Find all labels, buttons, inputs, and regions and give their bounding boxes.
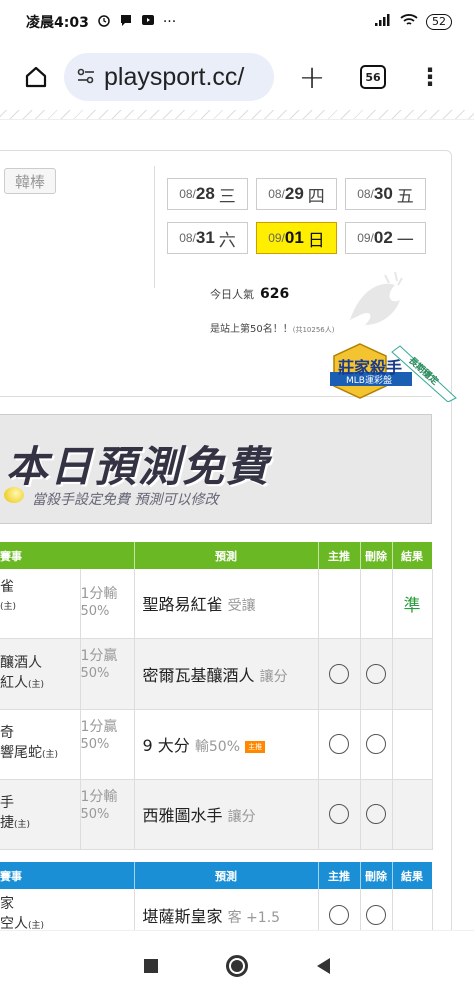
site-settings-icon[interactable] <box>76 63 96 92</box>
signal-icon <box>374 13 392 31</box>
main-pick-tag: 主推 <box>245 740 266 753</box>
wifi-icon <box>400 13 418 31</box>
result-cell <box>392 709 433 780</box>
banner-subtitle: 當殺手設定免費 預測可以修改 <box>32 492 219 508</box>
match-teams: 雀 (主) <box>0 569 81 639</box>
badge-subtitle: MLB運彩盤 <box>346 376 392 386</box>
rank-stat: 是站上第50名！！(共10256人) <box>210 324 335 335</box>
clock: 凌晨4:03 <box>26 15 89 31</box>
delete-cell <box>360 569 393 639</box>
prediction-cell: 聖路易紅雀 受讓 <box>134 569 319 639</box>
sport-tab-kbo[interactable]: 韓棒 <box>4 168 56 194</box>
table-row: 雀 (主) 1分輸 50% 聖路易紅雀 受讓 準 <box>0 569 433 639</box>
match-odds: 1分輸 50% <box>80 779 135 850</box>
date-button[interactable]: 08/29 四 <box>256 178 337 210</box>
result-cell <box>392 779 433 850</box>
delete-cell[interactable] <box>360 779 393 850</box>
web-content: 韓棒 08/28 三 08/29 四 08/30 五 08/31 六 09/01 日 09… <box>0 120 474 940</box>
home-icon[interactable] <box>18 59 54 95</box>
match-odds: 1分輸 50% <box>80 569 135 639</box>
page-top-edge <box>0 110 474 120</box>
header-prediction: 預測 <box>134 542 319 569</box>
main-pick-radio[interactable] <box>329 804 349 824</box>
table-row: 釀酒人 紅人(主) 1分贏 50% 密爾瓦基釀酒人 讓分 <box>0 638 433 710</box>
overflow-menu-button[interactable]: ⋮ <box>410 63 450 91</box>
new-tab-button[interactable]: + <box>284 58 340 96</box>
header-prediction: 預測 <box>134 862 319 889</box>
prediction-cell: 西雅圖水手 讓分 <box>134 779 319 850</box>
browser-toolbar: playsport.cc/ + 56 ⋮ <box>0 44 474 110</box>
address-bar[interactable]: playsport.cc/ <box>64 53 274 101</box>
delete-cell[interactable] <box>360 709 393 780</box>
video-icon <box>141 14 155 30</box>
header-result: 結果 <box>392 542 433 569</box>
date-button[interactable]: 08/31 六 <box>167 222 248 254</box>
header-delete: 刪除 <box>360 862 393 889</box>
date-button[interactable]: 08/28 三 <box>167 178 248 210</box>
tab-switcher-button[interactable]: 56 <box>360 65 386 89</box>
url-text: playsport.cc/ <box>104 62 245 91</box>
table-header-row: 賽事 預測 主推 刪除 結果 <box>0 542 433 569</box>
more-notifications-icon: ··· <box>162 14 177 30</box>
battery-icon: 52 <box>426 14 452 30</box>
popularity-stat: 今日人氣 626 <box>210 286 290 302</box>
table-row: 手 捷(主) 1分輸 50% 西雅圖水手 讓分 <box>0 779 433 850</box>
recents-icon[interactable] <box>144 958 159 973</box>
back-icon[interactable] <box>316 957 330 974</box>
main-pick-radio[interactable] <box>329 904 349 925</box>
date-button-selected[interactable]: 09/01 日 <box>256 222 337 254</box>
home-nav-icon[interactable] <box>226 954 249 977</box>
chat-icon <box>119 13 133 31</box>
main-pick-radio[interactable] <box>329 663 349 684</box>
system-navigation-bar <box>0 930 474 1000</box>
predictions-table-2: 賽事 預測 主推 刪除 結果 家 空人(主) 堪薩斯皇家 客 +1.5 <box>0 862 433 940</box>
killer-badge: 莊家殺手 MLB運彩盤 長期穩定 <box>330 342 460 402</box>
result-cell <box>392 638 433 710</box>
delete-radio[interactable] <box>366 734 386 754</box>
table-row: 奇 響尾蛇(主) 1分贏 50% 9 大分 輸50% 主推 <box>0 709 433 780</box>
header-result: 結果 <box>392 862 433 889</box>
predictions-table: 賽事 預測 主推 刪除 結果 雀 (主) 1分輸50% 聖路易紅雀 受讓 準 <box>0 542 433 850</box>
free-prediction-banner: 本日預測免費 當殺手設定免費 預測可以修改 <box>0 414 432 524</box>
match-odds: 1分贏 50% <box>80 709 135 780</box>
alarm-icon <box>97 13 111 31</box>
main-pick-cell[interactable] <box>318 779 361 850</box>
match-odds: 1分贏 50% <box>80 638 135 710</box>
date-button[interactable]: 09/02 一 <box>345 222 426 254</box>
header-main-pick: 主推 <box>318 542 361 569</box>
prediction-cell: 密爾瓦基釀酒人 讓分 <box>134 638 319 710</box>
delete-radio[interactable] <box>366 663 386 684</box>
mascot-watermark-icon <box>350 271 403 325</box>
main-pick-radio[interactable] <box>329 734 349 754</box>
date-row-1: 08/28 三 08/29 四 08/30 五 <box>167 178 426 210</box>
status-bar: 凌晨4:03 ··· 52 <box>0 0 474 44</box>
header-main-pick: 主推 <box>318 862 361 889</box>
lightbulb-icon <box>4 487 24 503</box>
banner-title: 本日預測免費 <box>6 442 271 491</box>
prediction-cell: 9 大分 輸50% 主推 <box>134 709 319 780</box>
match-teams: 手 捷(主) <box>0 779 81 850</box>
date-row-2: 08/31 六 09/01 日 09/02 一 <box>167 222 426 254</box>
delete-radio[interactable] <box>366 804 386 824</box>
match-teams: 釀酒人 紅人(主) <box>0 638 81 710</box>
delete-cell[interactable] <box>360 638 393 710</box>
table-header-row: 賽事 預測 主推 刪除 結果 <box>0 862 433 889</box>
date-button[interactable]: 08/30 五 <box>345 178 426 210</box>
main-pick-cell <box>318 569 361 639</box>
header-delete: 刪除 <box>360 542 393 569</box>
main-pick-cell[interactable] <box>318 709 361 780</box>
header-match: 賽事 <box>0 542 135 569</box>
result-cell: 準 <box>392 569 433 639</box>
main-pick-cell[interactable] <box>318 638 361 710</box>
header-match: 賽事 <box>0 862 135 889</box>
match-teams: 奇 響尾蛇(主) <box>0 709 81 780</box>
delete-radio[interactable] <box>366 904 386 925</box>
